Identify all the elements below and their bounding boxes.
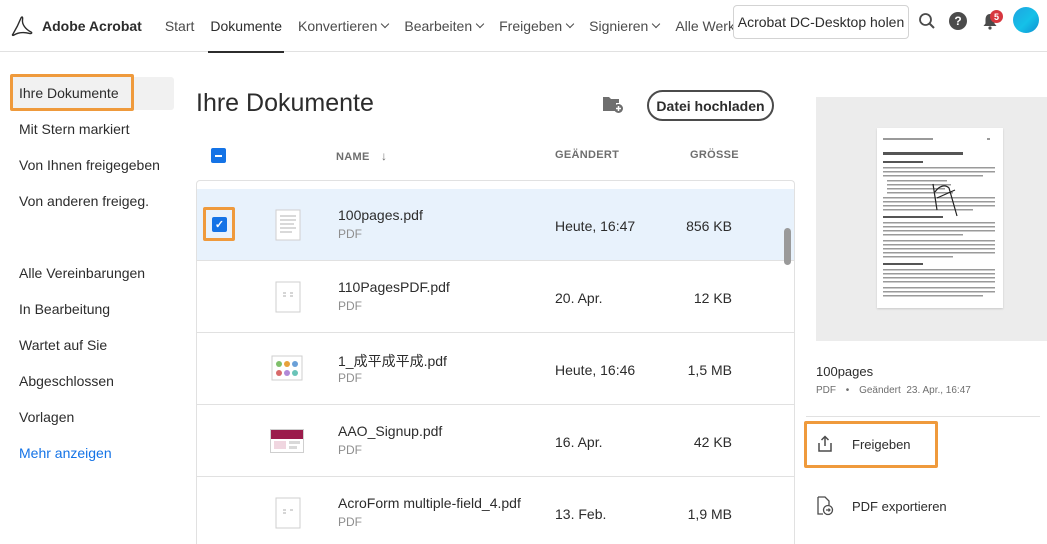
column-name-label: NAME — [336, 151, 370, 163]
share-action-label: Freigeben — [852, 436, 911, 452]
export-pdf-action-button[interactable]: PDF exportieren — [816, 496, 947, 516]
nav-documents-label: Dokumente — [210, 17, 282, 34]
nav-sign[interactable]: Signieren — [581, 0, 667, 52]
file-date: Heute, 16:46 — [555, 362, 636, 378]
table-row[interactable]: AcroForm multiple-field_4.pdf PDF 13. Fe… — [197, 477, 794, 544]
file-size: 856 KB — [686, 218, 732, 234]
sidebar-item-all-agreements[interactable]: Alle Vereinbarungen — [19, 265, 145, 281]
file-name[interactable]: 110PagesPDF.pdf — [338, 279, 450, 295]
divider — [806, 416, 1040, 417]
chevron-down-icon — [565, 19, 575, 28]
sidebar-item-waiting-for-you[interactable]: Wartet auf Sie — [19, 337, 107, 353]
search-icon[interactable] — [917, 11, 937, 31]
main-nav: Start Dokumente Konvertieren Bearbeiten … — [157, 0, 781, 53]
file-size: 42 KB — [693, 434, 732, 450]
get-desktop-app-button[interactable]: Acrobat DC-Desktop holen — [733, 5, 909, 39]
notification-badge: 5 — [990, 10, 1003, 23]
acrobat-logo[interactable]: Adobe Acrobat — [10, 15, 142, 37]
file-size: 1,9 MB — [687, 506, 732, 522]
file-name[interactable]: 100pages.pdf — [338, 207, 423, 223]
share-action-button[interactable]: Freigeben — [816, 435, 911, 453]
sidebar-item-your-documents[interactable]: Ihre Dokumente — [19, 85, 119, 101]
file-name[interactable]: AcroForm multiple-field_4.pdf — [338, 495, 521, 511]
table-row[interactable]: ✓ 100pages.pdf PDF Heute, 16:47 856 KB — [197, 189, 794, 261]
arrow-down-icon: ↓ — [380, 149, 388, 163]
file-thumbnail — [270, 429, 304, 453]
file-type: PDF — [338, 227, 362, 241]
file-thumbnail — [275, 497, 301, 529]
file-date: 20. Apr. — [555, 290, 603, 306]
upload-file-button[interactable]: Datei hochladen — [647, 90, 774, 121]
page-title: Ihre Dokumente — [196, 89, 374, 117]
nav-edit[interactable]: Bearbeiten — [396, 0, 491, 52]
avatar[interactable] — [1013, 7, 1039, 33]
chevron-down-icon — [475, 19, 485, 28]
table-row[interactable]: AAO_Signup.pdf PDF 16. Apr. 42 KB — [197, 405, 794, 477]
file-type: PDF — [338, 515, 362, 529]
sidebar-item-shared-by-you[interactable]: Von Ihnen freigegeben — [19, 157, 160, 173]
file-thumbnail — [275, 281, 301, 313]
nav-share-label: Freigeben — [499, 17, 563, 34]
preview-changed-date: Geändert 23. Apr., 16:47 — [859, 385, 971, 396]
preview-page-content — [883, 138, 995, 297]
new-folder-icon[interactable] — [602, 94, 624, 114]
file-table: ✓ 100pages.pdf PDF Heute, 16:47 856 KB 1… — [196, 180, 795, 544]
sidebar-item-shared-by-others[interactable]: Von anderen freigeg. — [19, 193, 149, 209]
nav-start-label: Start — [164, 17, 195, 34]
file-type: PDF — [338, 443, 362, 457]
nav-share[interactable]: Freigeben — [491, 0, 581, 52]
file-size: 12 KB — [693, 290, 732, 306]
table-row[interactable]: 110PagesPDF.pdf PDF 20. Apr. 12 KB — [197, 261, 794, 333]
help-glyph: ? — [949, 12, 967, 30]
nav-documents[interactable]: Dokumente — [202, 0, 290, 53]
column-header-changed[interactable]: GEÄNDERT — [555, 149, 619, 161]
chevron-down-icon — [381, 19, 390, 28]
file-list-scrollbar[interactable] — [784, 228, 791, 265]
nav-sign-label: Signieren — [589, 17, 649, 34]
highlight-annotation — [203, 207, 235, 241]
document-preview-thumbnail[interactable] — [877, 128, 1003, 308]
nav-convert[interactable]: Konvertieren — [290, 0, 396, 52]
preview-file-type: PDF — [816, 385, 836, 396]
file-name[interactable]: 1_成平成平成.pdf — [338, 351, 447, 371]
preview-file-meta: PDF • Geändert 23. Apr., 16:47 — [816, 385, 971, 396]
nav-edit-label: Bearbeiten — [404, 17, 473, 34]
file-thumbnail — [275, 209, 301, 241]
meta-separator: • — [845, 385, 850, 396]
file-thumbnail — [271, 355, 303, 381]
file-type: PDF — [338, 371, 362, 385]
chevron-down-icon — [652, 19, 661, 28]
share-icon — [818, 435, 832, 452]
table-row[interactable]: 1_成平成平成.pdf PDF Heute, 16:46 1,5 MB — [197, 333, 794, 405]
acrobat-logo-icon — [11, 15, 33, 36]
nav-start[interactable]: Start — [157, 0, 203, 52]
sidebar-item-templates[interactable]: Vorlagen — [19, 409, 74, 425]
sidebar-item-starred[interactable]: Mit Stern markiert — [19, 121, 129, 137]
export-pdf-icon — [817, 496, 834, 516]
file-date: 13. Feb. — [555, 506, 607, 522]
help-icon[interactable]: ? — [948, 11, 968, 31]
column-header-name[interactable]: NAME ↓ — [336, 149, 387, 163]
column-header-size[interactable]: GRÖSSE — [690, 149, 739, 161]
export-pdf-action-label: PDF exportieren — [852, 498, 947, 514]
file-name[interactable]: AAO_Signup.pdf — [338, 423, 442, 439]
file-type: PDF — [338, 299, 362, 313]
sidebar-item-in-progress[interactable]: In Bearbeitung — [19, 301, 110, 317]
sidebar-item-completed[interactable]: Abgeschlossen — [19, 373, 114, 389]
select-all-checkbox[interactable] — [211, 148, 226, 163]
nav-convert-label: Konvertieren — [298, 17, 378, 34]
sidebar-show-more-link[interactable]: Mehr anzeigen — [19, 445, 112, 461]
app-name: Adobe Acrobat — [42, 17, 142, 34]
preview-file-title: 100pages — [816, 364, 874, 379]
file-date: 16. Apr. — [555, 434, 603, 450]
file-date: Heute, 16:47 — [555, 218, 636, 234]
file-size: 1,5 MB — [687, 362, 732, 378]
